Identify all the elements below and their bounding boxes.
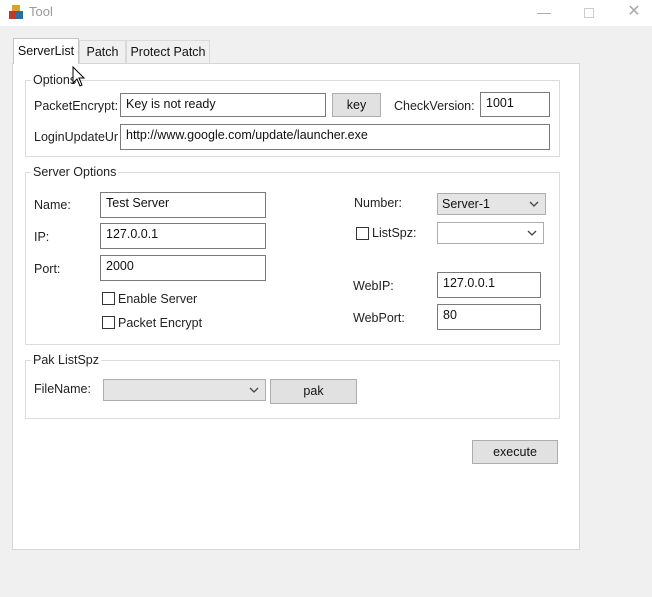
- pak-listspz-legend: Pak ListSpz: [31, 353, 102, 367]
- packet-encrypt-label: PacketEncrypt:: [34, 99, 119, 113]
- webip-field[interactable]: 127.0.0.1: [437, 272, 541, 298]
- listspz-select[interactable]: [437, 222, 544, 244]
- enable-server-label: Enable Server: [118, 292, 198, 306]
- ip-label: IP:: [34, 230, 50, 244]
- filename-select[interactable]: [103, 379, 266, 401]
- name-field[interactable]: Test Server: [100, 192, 266, 218]
- name-label: Name:: [34, 198, 71, 212]
- webport-field[interactable]: 80: [437, 304, 541, 330]
- server-options-legend: Server Options: [31, 165, 119, 179]
- packet-encrypt-checkbox[interactable]: [102, 316, 115, 329]
- login-update-url-field[interactable]: http://www.google.com/update/launcher.ex…: [120, 124, 550, 150]
- listspz-label: ListSpz:: [372, 226, 417, 240]
- number-select-value: Server-1: [442, 197, 490, 211]
- webport-label: WebPort:: [353, 311, 405, 325]
- window-title: Tool: [29, 4, 53, 19]
- chevron-down-icon: [527, 230, 537, 236]
- mouse-cursor-icon: [72, 66, 86, 87]
- packet-encrypt-field[interactable]: Key is not ready: [120, 93, 326, 117]
- close-button[interactable]: ✕: [619, 2, 649, 22]
- ip-field[interactable]: 127.0.0.1: [100, 223, 266, 249]
- chevron-down-icon: [529, 201, 539, 207]
- maximize-icon: [584, 8, 594, 19]
- number-label: Number:: [354, 196, 402, 210]
- port-field[interactable]: 2000: [100, 255, 266, 281]
- tab-protect-patch[interactable]: Protect Patch: [126, 40, 210, 63]
- check-version-label: CheckVersion:: [394, 99, 475, 113]
- maximize-button[interactable]: [574, 2, 604, 22]
- execute-button[interactable]: execute: [472, 440, 558, 464]
- check-version-field[interactable]: 1001: [480, 92, 550, 117]
- filename-label: FileName:: [34, 382, 91, 396]
- minimize-button[interactable]: —: [529, 2, 559, 22]
- login-update-url-label: LoginUpdateUr: [34, 130, 119, 144]
- pak-button[interactable]: pak: [270, 379, 357, 404]
- tab-patch[interactable]: Patch: [79, 40, 126, 63]
- port-label: Port:: [34, 262, 61, 276]
- app-icon: [9, 5, 23, 19]
- webip-label: WebIP:: [353, 279, 394, 293]
- enable-server-checkbox[interactable]: [102, 292, 115, 305]
- chevron-down-icon: [249, 387, 259, 393]
- listspz-checkbox[interactable]: [356, 227, 369, 240]
- packet-encrypt-checkbox-label: Packet Encrypt: [118, 316, 203, 330]
- key-button[interactable]: key: [332, 93, 381, 117]
- tab-serverlist[interactable]: ServerList: [13, 38, 79, 64]
- close-icon: ✕: [627, 3, 641, 20]
- number-select[interactable]: Server-1: [437, 193, 546, 215]
